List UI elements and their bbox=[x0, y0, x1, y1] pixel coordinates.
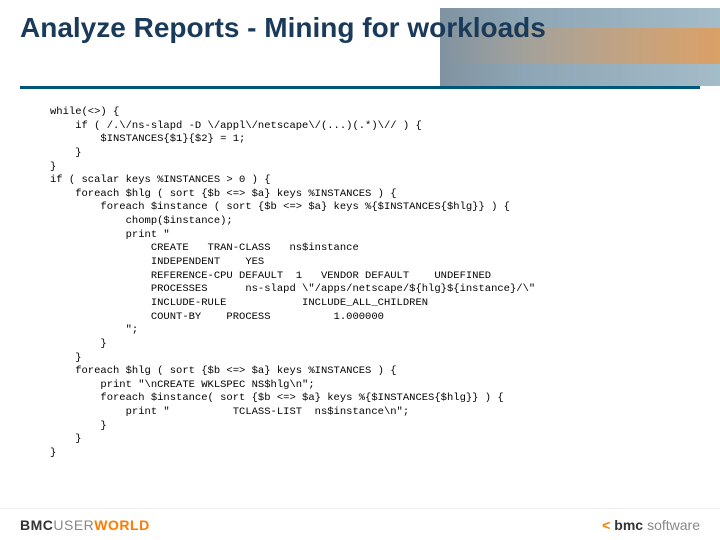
slide-title: Analyze Reports - Mining for workloads bbox=[20, 12, 700, 44]
code-block: while(<>) { if ( /.\/ns-slapd -D \/appl\… bbox=[50, 106, 690, 461]
slide-content: while(<>) { if ( /.\/ns-slapd -D \/appl\… bbox=[0, 96, 720, 461]
footer-user-text: USER bbox=[53, 517, 94, 533]
footer-world-text: WORLD bbox=[94, 517, 149, 533]
footer-bmc-text: BMC bbox=[20, 517, 53, 533]
footer-company-bmc: bmc bbox=[614, 517, 643, 533]
title-underline bbox=[20, 86, 700, 89]
chevron-left-icon: < bbox=[602, 517, 610, 533]
footer-company-software: software bbox=[647, 517, 700, 533]
slide-header: Analyze Reports - Mining for workloads bbox=[0, 0, 720, 96]
slide-footer: BMCUSERWORLD < bmcsoftware bbox=[0, 508, 720, 540]
footer-left-logo: BMCUSERWORLD bbox=[20, 517, 150, 533]
footer-right-logo: < bmcsoftware bbox=[602, 517, 700, 533]
